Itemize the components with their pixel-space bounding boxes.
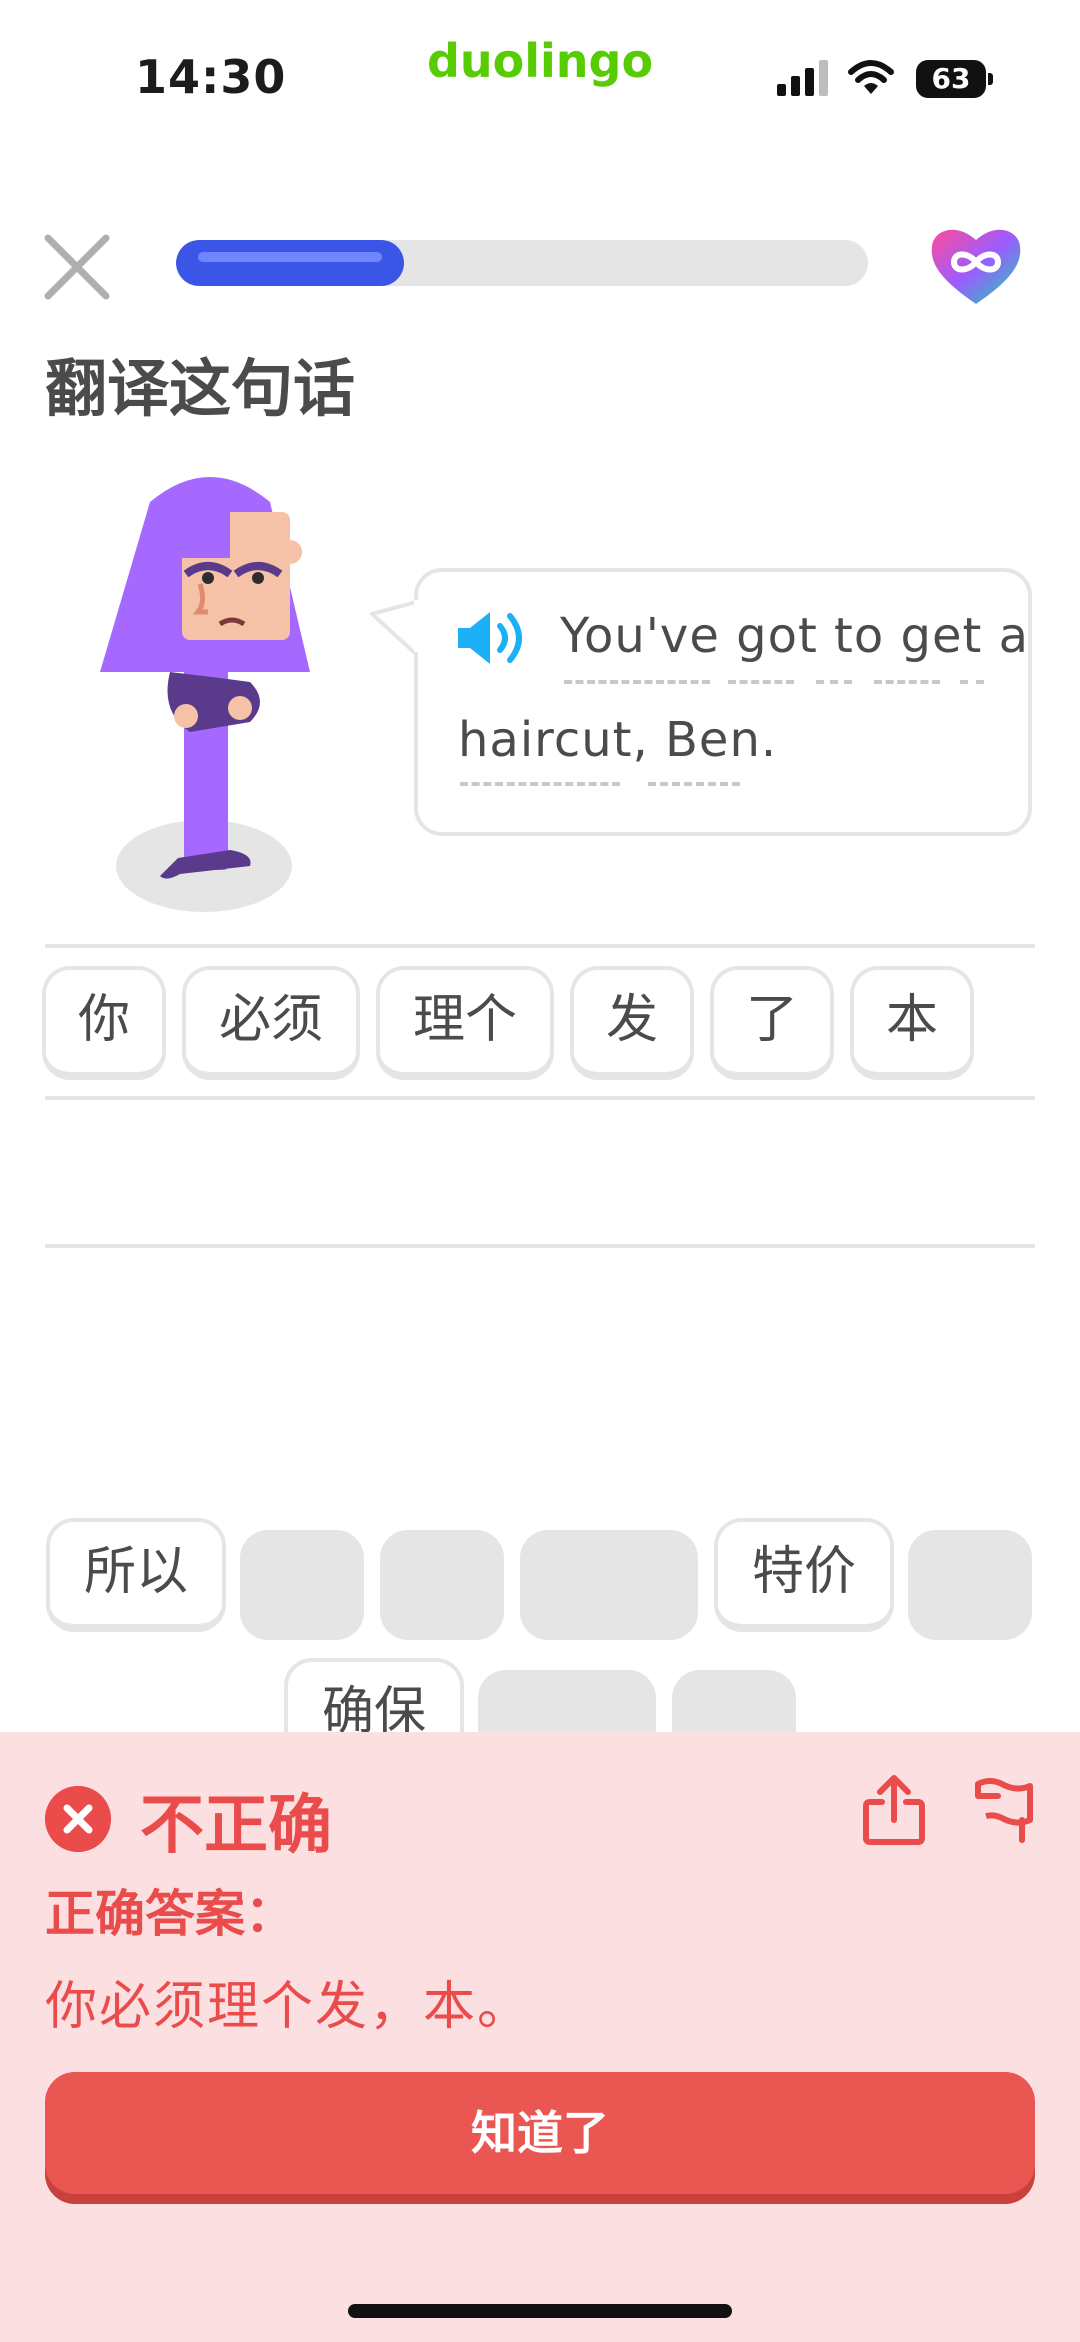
prompt-title: 翻译这句话 bbox=[45, 352, 356, 425]
progress-shine bbox=[198, 252, 382, 262]
answer-line-top bbox=[45, 944, 1035, 948]
home-indicator[interactable] bbox=[348, 2304, 732, 2318]
word-bank-slot-empty bbox=[520, 1530, 698, 1640]
answer-tile[interactable]: 本 bbox=[850, 966, 974, 1080]
flag-icon[interactable] bbox=[972, 1776, 1036, 1844]
got-it-button[interactable]: 知道了 bbox=[45, 2072, 1035, 2194]
word-hint-underline bbox=[648, 782, 740, 786]
answer-tile[interactable]: 你 bbox=[42, 966, 166, 1080]
answer-tile[interactable]: 发 bbox=[570, 966, 694, 1080]
error-x-icon bbox=[45, 1786, 111, 1852]
close-icon[interactable] bbox=[42, 232, 112, 302]
word-hint-underline bbox=[460, 782, 620, 786]
answer-line-bottom bbox=[45, 1244, 1035, 1248]
infinite-heart-icon[interactable] bbox=[928, 222, 1024, 308]
word-bank-slot-empty bbox=[908, 1530, 1032, 1640]
progress-fill bbox=[176, 240, 404, 286]
result-title: 不正确 bbox=[140, 1789, 332, 1863]
word-bank-tile[interactable]: 所以 bbox=[46, 1518, 226, 1632]
answer-tile[interactable]: 了 bbox=[710, 966, 834, 1080]
signal-icon bbox=[777, 60, 828, 96]
sentence-line-1[interactable]: You've got to get a bbox=[560, 608, 1029, 664]
wifi-icon bbox=[848, 60, 894, 94]
sentence-line-2[interactable]: haircut, Ben. bbox=[458, 712, 777, 768]
word-hint-underline bbox=[728, 680, 794, 684]
correct-answer-label: 正确答案： bbox=[45, 1885, 295, 1943]
word-bank-slot-empty bbox=[380, 1530, 504, 1640]
lily-character-illustration bbox=[100, 477, 310, 912]
answer-tile[interactable]: 理个 bbox=[376, 966, 554, 1080]
answer-line-middle bbox=[45, 1096, 1035, 1100]
battery-indicator: 63 bbox=[916, 60, 986, 98]
speaker-icon[interactable] bbox=[454, 606, 532, 670]
word-bank-slot-empty bbox=[240, 1530, 364, 1640]
share-icon[interactable] bbox=[862, 1774, 926, 1846]
answer-tile[interactable]: 必须 bbox=[182, 966, 360, 1080]
battery-tip bbox=[988, 73, 993, 85]
word-hint-underline bbox=[960, 680, 984, 684]
word-bank-tile[interactable]: 特价 bbox=[714, 1518, 894, 1632]
word-hint-underline bbox=[816, 680, 852, 684]
correct-answer-text: 你必须理个发，本。 bbox=[45, 1977, 532, 2037]
word-hint-underline bbox=[564, 680, 710, 684]
word-hint-underline bbox=[874, 680, 940, 684]
lesson-progress-bar bbox=[176, 240, 868, 286]
